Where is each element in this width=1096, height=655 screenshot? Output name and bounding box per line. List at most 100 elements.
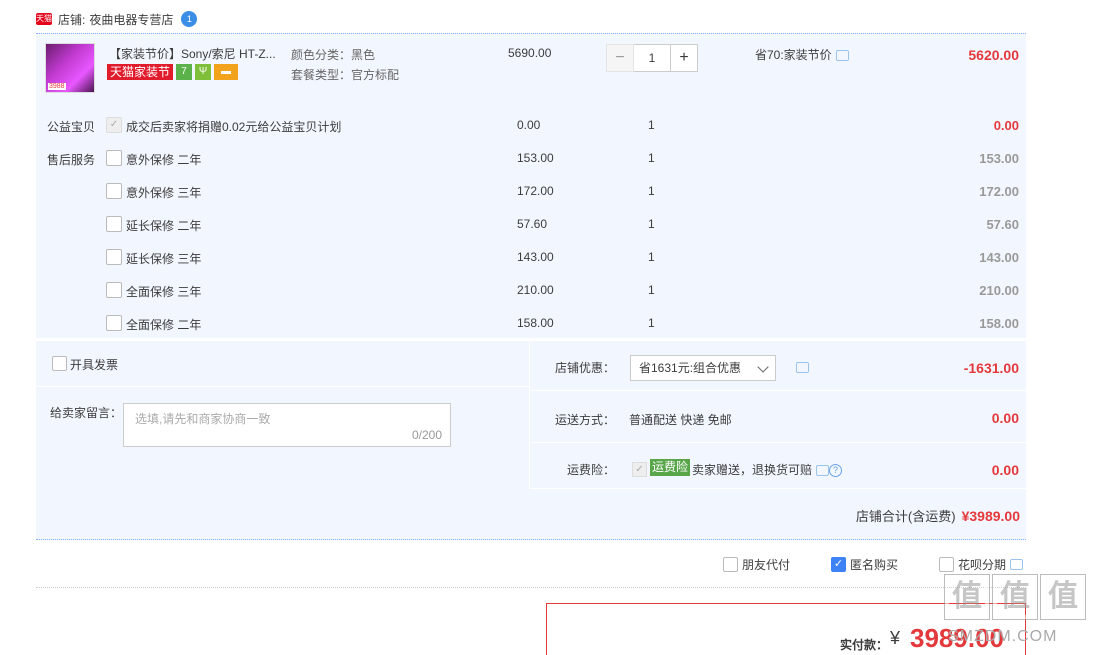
invoice-label[interactable]: 开具发票 [70,356,118,373]
aftersale-checkbox[interactable] [106,183,122,199]
huabei-label: 花呗分期 [958,558,1007,572]
insurance-desc: 卖家赠送，退换货可赔? [692,461,843,478]
aftersale-name: 意外保修 二年 [126,153,202,167]
message-icon[interactable] [1010,559,1024,570]
anonymous-label: 匿名购买 [850,558,899,572]
aftersale-name: 延长保修 三年 [126,252,202,266]
insurance-label: 运费险： [567,463,616,477]
aftersale-qty: 1 [648,250,655,264]
aftersale-qty: 1 [648,283,655,297]
insurance-row: 运费险： ✓ 运费险 卖家赠送，退换货可赔? 0.00 [531,444,1026,489]
product-title-link[interactable]: 【家装节价】Sony/索尼 HT-Z... [109,45,284,62]
invoice-checkbox[interactable] [52,356,67,371]
aftersale-qty: 1 [648,151,655,165]
charity-total: 0.00 [993,118,1019,133]
message-icon[interactable] [796,362,809,373]
coupon-value: 省1631元:组合优惠 [639,361,742,375]
watermark-char: 值 [1040,574,1086,620]
shop-name-link[interactable]: 夜曲电器专营店 [89,11,173,28]
product-row: 3988 【家装节价】Sony/索尼 HT-Z... 天猫家装节 7 Ψ ▬ 颜… [36,34,1026,104]
thumbnail-price: 3988 [48,83,66,90]
charity-qty: 1 [648,118,655,132]
unit-price: 5690.00 [508,46,552,60]
aftersale-qty: 1 [648,184,655,198]
memo-char-count: 0/200 [411,428,442,442]
order-options-box: 开具发票 给卖家留言： 选填,请先和商家协商一致 0/200 店铺优惠： 省16… [36,340,1026,540]
aftersale-name: 全面保修 二年 [126,318,202,332]
huabei-checkbox[interactable] [939,557,954,572]
aftersale-price: 143.00 [517,250,554,264]
aftersale-row: 全面保修 三年 210.00 1 210.00 [36,279,1026,303]
aftersale-total: 172.00 [979,184,1019,199]
aftersale-qty: 1 [648,316,655,330]
payment-currency: ¥ [890,628,901,648]
order-item-box: 3988 【家装节价】Sony/索尼 HT-Z... 天猫家装节 7 Ψ ▬ 颜… [36,33,1026,338]
aftersale-qty: 1 [648,217,655,231]
watermark-char: 值 [992,574,1038,620]
insurance-desc-text: 卖家赠送，退换货可赔 [692,463,813,477]
seven-day-return-icon: 7 [176,64,193,80]
memo-placeholder: 选填,请先和商家协商一致 [135,412,271,426]
product-thumbnail[interactable]: 3988 [45,43,95,93]
quantity-plus-button[interactable]: + [670,44,698,72]
charity-checkbox: ✓ [106,117,122,133]
product-tags: 天猫家装节 7 Ψ ▬ [107,64,239,80]
aftersale-row: 意外保修 三年 172.00 1 172.00 [36,180,1026,204]
aftersale-checkbox[interactable] [106,150,122,166]
payment-label: 实付款： [840,638,889,652]
guarantee-icon: Ψ [195,64,212,80]
message-icon[interactable] [835,50,849,62]
insurance-tag: 运费险 [650,459,691,476]
product-package: 套餐类型：官方标配 [291,68,400,82]
aftersale-category: 售后服务 [47,153,96,167]
coupon-label: 店铺优惠： [555,361,616,375]
charity-text: 成交后卖家将捐赠0.02元给公益宝贝计划 [126,120,342,134]
shop-total: 店铺合计(含运费) ¥3989.00 [856,506,1020,525]
wangwang-chat-icon[interactable]: 1 [181,11,198,27]
aftersale-checkbox[interactable] [106,249,122,265]
anonymous-checkbox[interactable]: ✓ [831,557,846,572]
chevron-down-icon [757,361,769,373]
friend-pay-option[interactable]: 朋友代付 [723,556,790,573]
quantity-minus-button[interactable]: − [606,44,634,72]
left-panel: 开具发票 给卖家留言： 选填,请先和商家协商一致 0/200 [36,341,530,489]
shop-total-label: 店铺合计(含运费) [855,509,956,524]
aftersale-name: 全面保修 三年 [126,285,202,299]
aftersale-checkbox[interactable] [106,315,122,331]
aftersale-price: 153.00 [517,151,554,165]
huabei-option[interactable]: 花呗分期 [939,556,1024,573]
charity-price: 0.00 [517,118,541,132]
message-icon[interactable] [816,465,830,477]
memo-textarea[interactable]: 选填,请先和商家协商一致 0/200 [123,403,451,447]
aftersale-checkbox[interactable] [106,216,122,232]
home-festival-tag: 天猫家装节 [107,64,174,80]
watermark-text: SMZDM.COM [948,628,1058,645]
friend-pay-checkbox[interactable] [723,557,738,572]
coupon-row: 店铺优惠： 省1631元:组合优惠 -1631.00 [531,341,1026,391]
discount-note: 省70:家装节价 [755,46,849,63]
aftersale-price: 57.60 [517,217,548,231]
aftersale-name: 延长保修 二年 [126,219,202,233]
aftersale-row: 全面保修 二年 158.00 1 158.00 [36,312,1026,336]
invoice-row: 开具发票 [36,341,530,387]
aftersale-total: 158.00 [979,316,1019,331]
quantity-stepper: − 1 + [606,44,698,72]
shipping-total: 0.00 [991,410,1019,426]
product-color: 颜色分类：黑色 [291,48,376,62]
insurance-checkbox: ✓ [632,462,647,477]
aftersale-total: 143.00 [979,250,1019,265]
tmall-icon: 天猫 [36,13,52,25]
aftersale-checkbox[interactable] [106,282,122,298]
coupon-select[interactable]: 省1631元:组合优惠 [630,355,776,381]
anonymous-option[interactable]: ✓ 匿名购买 [831,556,898,573]
quantity-input[interactable]: 1 [634,44,670,72]
help-icon[interactable]: ? [829,464,843,478]
aftersale-row: 延长保修 三年 143.00 1 143.00 [36,246,1026,270]
aftersale-price: 210.00 [517,283,554,297]
aftersale-row: 延长保修 二年 57.60 1 57.60 [36,213,1026,237]
watermark-logo: 值 值 值 [944,574,1091,625]
shop-total-amount: ¥3989.00 [961,508,1020,524]
insurance-total: 0.00 [991,462,1019,478]
charity-row: 公益宝贝 ✓ 成交后卖家将捐赠0.02元给公益宝贝计划 0.00 1 0.00 [36,114,1026,138]
aftersale-price: 158.00 [517,316,554,330]
